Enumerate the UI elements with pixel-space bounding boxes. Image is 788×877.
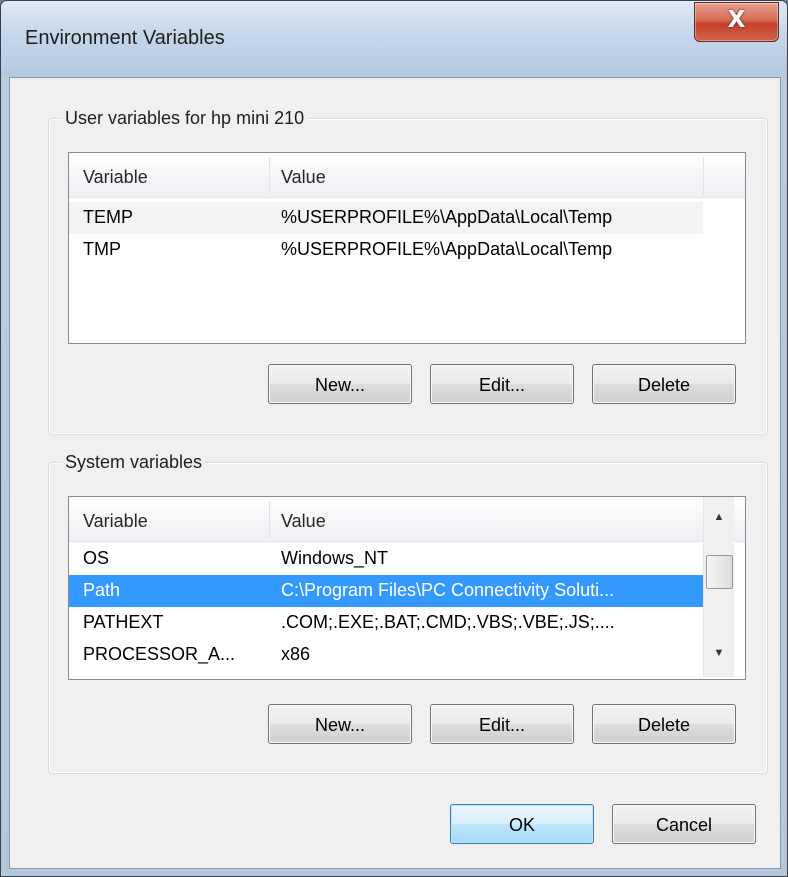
cancel-button[interactable]: Cancel [612,804,756,844]
table-row[interactable]: Path C:\Program Files\PC Connectivity So… [69,575,703,607]
table-row[interactable]: OS Windows_NT [69,543,703,575]
variable-value: .COM;.EXE;.BAT;.CMD;.VBS;.VBE;.JS;.... [281,612,615,632]
variable-name: OS [83,548,110,568]
column-divider[interactable] [269,157,270,195]
variable-name: Path [83,580,121,600]
column-header-value[interactable]: Value [281,511,326,532]
variable-value: %USERPROFILE%\AppData\Local\Temp [281,207,613,227]
user-list-header: Variable Value [69,153,745,198]
column-divider[interactable] [269,501,270,539]
system-variables-list[interactable]: Variable Value OS Windows_NT Path C:\Pro… [68,496,746,680]
scrollbar-thumb[interactable] [706,555,733,589]
table-row[interactable]: PROCESSOR_A... x86 [69,639,703,671]
scroll-up-icon[interactable]: ▲ [704,511,734,523]
user-edit-button[interactable]: Edit... [430,364,574,404]
variable-value: C:\Program Files\PC Connectivity Soluti.… [281,580,615,600]
table-row[interactable]: TMP %USERPROFILE%\AppData\Local\Temp [69,234,703,266]
variable-value: Windows_NT [281,548,389,568]
column-header-variable[interactable]: Variable [83,511,148,532]
variable-name: TEMP [83,207,134,227]
user-new-button[interactable]: New... [268,364,412,404]
dialog-body: User variables for hp mini 210 Variable … [9,77,781,869]
vertical-scrollbar[interactable]: ▲ ▼ [703,497,734,677]
title-bar[interactable]: Environment Variables X [1,1,787,77]
ok-button[interactable]: OK [450,804,594,844]
variable-name: PATHEXT [83,612,164,632]
user-variables-list[interactable]: Variable Value TEMP %USERPROFILE%\AppDat… [68,152,746,344]
system-list-header: Variable Value [69,497,745,542]
variable-name: PROCESSOR_A... [83,644,236,664]
user-delete-button[interactable]: Delete [592,364,736,404]
column-header-variable[interactable]: Variable [83,167,148,188]
system-new-button[interactable]: New... [268,704,412,744]
table-row[interactable]: TEMP %USERPROFILE%\AppData\Local\Temp [69,202,703,234]
column-divider[interactable] [703,157,704,195]
close-icon: X [727,7,746,33]
variable-value: %USERPROFILE%\AppData\Local\Temp [281,239,613,259]
dialog-title: Environment Variables [25,27,225,49]
close-button[interactable]: X [694,2,779,42]
system-delete-button[interactable]: Delete [592,704,736,744]
variable-value: x86 [281,644,311,664]
table-row[interactable]: PATHEXT .COM;.EXE;.BAT;.CMD;.VBS;.VBE;.J… [69,607,703,639]
variable-name: TMP [83,239,121,259]
environment-variables-dialog: Environment Variables X User variables f… [0,0,788,877]
column-header-value[interactable]: Value [281,167,326,188]
system-variables-legend: System variables [62,452,206,473]
scroll-down-icon[interactable]: ▼ [704,647,734,659]
system-edit-button[interactable]: Edit... [430,704,574,744]
user-variables-legend: User variables for hp mini 210 [62,108,308,129]
